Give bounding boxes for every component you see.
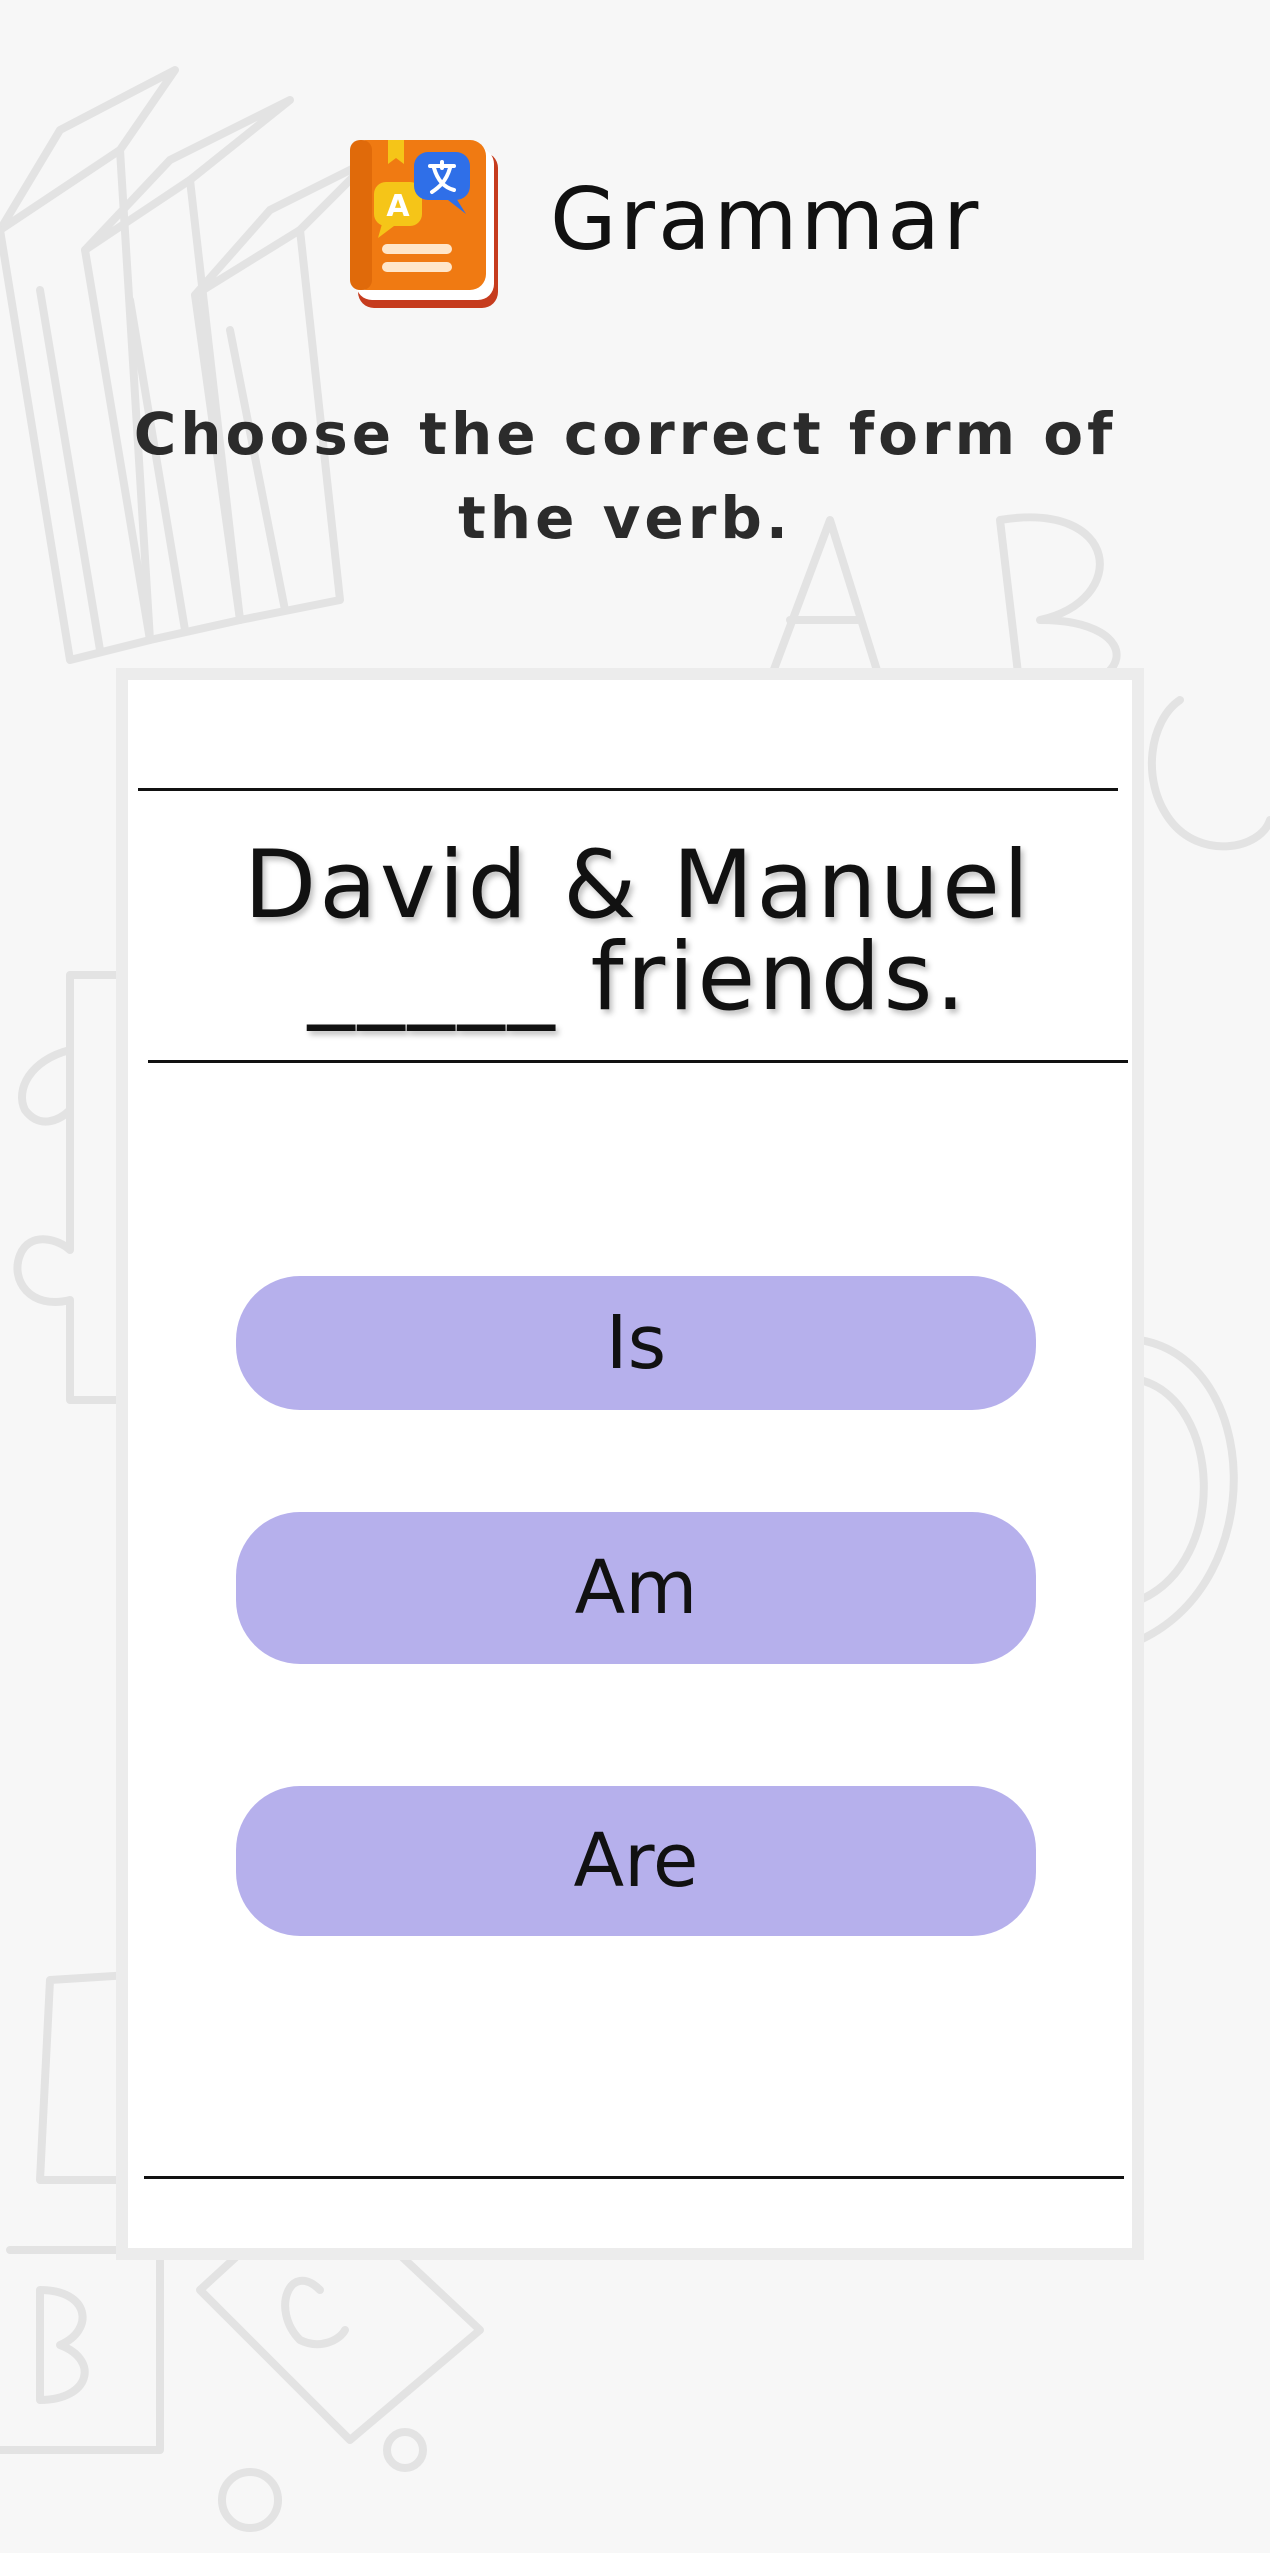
mug-doodle-icon (1136, 1336, 1238, 1644)
page-header: A Grammar (0, 130, 1270, 310)
divider-top (138, 788, 1118, 791)
instruction-text: Choose the correct form of the verb. (133, 400, 1117, 552)
answer-option-am[interactable]: Am (236, 1512, 1036, 1664)
svg-text:A: A (386, 189, 410, 224)
divider-bottom (144, 2176, 1124, 2179)
question-card: David & Manuel _____ friends. Is Am Are (128, 680, 1132, 2248)
divider-question (148, 1060, 1128, 1063)
page-title: Grammar (550, 170, 982, 270)
grammar-book-icon: A (348, 138, 500, 310)
answer-option-are[interactable]: Are (236, 1786, 1036, 1936)
question-text: David & Manuel _____ friends. (243, 831, 1033, 1032)
puzzle-doodle-icon (13, 971, 129, 1404)
answer-option-is[interactable]: Is (236, 1276, 1036, 1410)
